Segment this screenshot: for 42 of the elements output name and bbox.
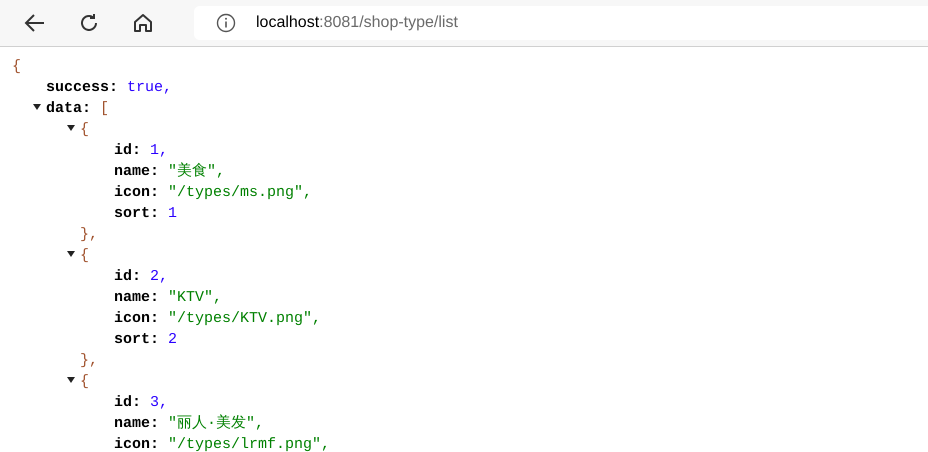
json-value: 2	[168, 330, 178, 350]
open-bracket: {	[80, 372, 90, 392]
json-value: "/types/lrmf.png",	[168, 435, 330, 452]
address-bar[interactable]: localhost:8081/shop-type/list	[194, 6, 928, 40]
json-key: icon:	[114, 308, 160, 329]
close-bracket: },	[80, 225, 98, 245]
json-key: icon:	[114, 434, 160, 452]
json-value: "美食",	[168, 161, 226, 182]
json-key: name:	[114, 413, 160, 434]
open-bracket: {	[12, 57, 22, 77]
back-arrow-icon	[24, 13, 46, 33]
json-key: id:	[114, 392, 142, 413]
json-key: id:	[114, 140, 142, 161]
json-key: sort:	[114, 329, 160, 350]
json-value: 1	[168, 204, 178, 224]
json-value: "/types/KTV.png",	[168, 309, 322, 329]
json-key: id:	[114, 266, 142, 287]
json-value: true,	[127, 78, 172, 98]
json-value: 1,	[150, 141, 168, 161]
json-key: sort:	[114, 203, 160, 224]
json-value: 3,	[150, 393, 168, 413]
json-value: "丽人·美发",	[168, 413, 264, 434]
info-icon	[216, 13, 236, 33]
json-key: icon:	[114, 182, 160, 203]
json-value: 2,	[150, 267, 168, 287]
close-bracket: },	[80, 351, 98, 371]
json-value: "/types/ms.png",	[168, 183, 312, 203]
home-icon	[132, 12, 154, 34]
open-bracket: {	[80, 120, 90, 140]
json-value: "KTV",	[168, 288, 222, 308]
json-key: name:	[114, 161, 160, 182]
open-bracket: [	[100, 99, 110, 119]
json-key: success:	[46, 77, 118, 98]
open-bracket: {	[80, 246, 90, 266]
expanded-triangle-icon[interactable]	[67, 251, 75, 257]
expanded-triangle-icon[interactable]	[67, 377, 75, 383]
json-key: data:	[46, 98, 92, 119]
url-text: localhost:8081/shop-type/list	[256, 13, 458, 33]
refresh-icon	[78, 12, 100, 34]
expanded-triangle-icon[interactable]	[67, 125, 75, 131]
expanded-triangle-icon[interactable]	[33, 104, 41, 110]
json-key: name:	[114, 287, 160, 308]
